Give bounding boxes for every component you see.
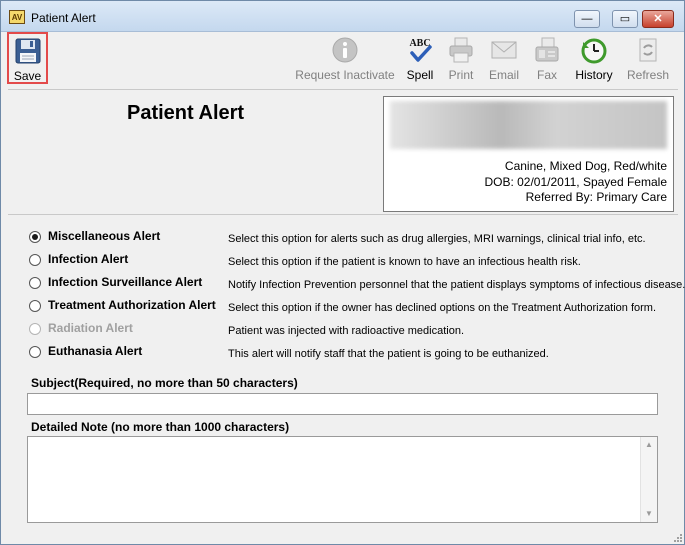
- patient-referral: Referred By: Primary Care: [525, 190, 667, 204]
- option-label[interactable]: Treatment Authorization Alert: [48, 298, 216, 312]
- option-label[interactable]: Infection Surveillance Alert: [48, 275, 202, 289]
- radio-treatment-authorization[interactable]: [29, 300, 41, 312]
- window-title: Patient Alert: [31, 11, 96, 25]
- printer-icon: [449, 37, 473, 63]
- note-scrollbar[interactable]: ▲ ▼: [640, 437, 657, 522]
- print-label: Print: [448, 68, 474, 82]
- option-description: Select this option for alerts such as dr…: [228, 233, 646, 245]
- info-icon: [332, 37, 358, 63]
- note-label: Detailed Note (no more than 1000 charact…: [31, 420, 290, 434]
- fax-icon: [535, 37, 559, 62]
- option-label[interactable]: Miscellaneous Alert: [48, 229, 160, 243]
- redacted-patient-name: [390, 101, 667, 149]
- option-description: Select this option if the patient is kno…: [228, 256, 581, 268]
- spell-check-icon: ABC: [409, 38, 432, 62]
- minimize-button[interactable]: —: [574, 10, 600, 28]
- save-label: Save: [13, 69, 42, 83]
- radio-euthanasia[interactable]: [29, 346, 41, 358]
- history-label: History: [575, 68, 613, 82]
- subject-label: Subject(Required, no more than 50 charac…: [31, 376, 298, 390]
- option-label: Radiation Alert: [48, 321, 133, 335]
- header-divider: [8, 214, 678, 215]
- subject-input[interactable]: [27, 393, 658, 415]
- resize-grip-icon[interactable]: [672, 532, 682, 542]
- history-button[interactable]: History: [572, 32, 616, 86]
- option-label[interactable]: Euthanasia Alert: [48, 344, 142, 358]
- spell-button[interactable]: ABC Spell: [401, 32, 439, 86]
- patient-species: Canine, Mixed Dog, Red/white: [504, 159, 667, 173]
- option-description: This alert will notify staff that the pa…: [228, 348, 549, 360]
- envelope-icon: [491, 41, 517, 59]
- fax-label: Fax: [536, 68, 557, 82]
- radio-radiation: [29, 323, 41, 335]
- patient-info-panel: Canine, Mixed Dog, Red/white DOB: 02/01/…: [383, 96, 674, 212]
- refresh-label: Refresh: [626, 68, 670, 82]
- option-label[interactable]: Infection Alert: [48, 252, 128, 266]
- close-button[interactable]: ✕: [642, 10, 674, 28]
- refresh-icon: [639, 38, 657, 62]
- patient-dob: DOB: 02/01/2011, Spayed Female: [484, 175, 667, 189]
- maximize-button[interactable]: ▭: [612, 10, 638, 28]
- app-icon: AV: [9, 10, 25, 24]
- request-inactivate-button[interactable]: Request Inactivate: [295, 32, 395, 86]
- page-title: Patient Alert: [127, 102, 245, 124]
- clock-history-icon: [581, 38, 607, 64]
- close-icon: ✕: [653, 13, 663, 25]
- radio-miscellaneous[interactable]: [29, 231, 41, 243]
- print-button[interactable]: Print: [442, 32, 480, 86]
- toolbar: Save Request Inactivate ABC Spell Print …: [1, 32, 684, 87]
- email-button[interactable]: Email: [484, 32, 524, 86]
- email-label: Email: [488, 68, 519, 82]
- option-description: Notify Infection Prevention personnel th…: [228, 279, 685, 291]
- scroll-up-icon[interactable]: ▲: [641, 437, 657, 453]
- toolbar-divider: [8, 89, 678, 90]
- title-bar[interactable]: AV Patient Alert — ▭ ✕: [1, 1, 684, 32]
- option-description: Select this option if the owner has decl…: [228, 302, 657, 314]
- save-button[interactable]: Save: [7, 32, 48, 84]
- request-inactivate-label: Request Inactivate: [295, 68, 395, 82]
- radio-infection-surveillance[interactable]: [29, 277, 41, 289]
- scroll-down-icon[interactable]: ▼: [641, 506, 657, 522]
- option-description: Patient was injected with radioactive me…: [228, 325, 465, 337]
- radio-infection[interactable]: [29, 254, 41, 266]
- refresh-button[interactable]: Refresh: [625, 32, 671, 86]
- detailed-note-textarea[interactable]: ▲ ▼: [27, 436, 658, 523]
- floppy-disk-icon: [15, 38, 40, 64]
- minimize-icon: —: [581, 13, 593, 25]
- patient-alert-window: AV Patient Alert — ▭ ✕ Save Request Inac…: [0, 0, 685, 545]
- fax-button[interactable]: Fax: [528, 32, 566, 86]
- spell-label: Spell: [406, 68, 434, 82]
- maximize-icon: ▭: [619, 13, 631, 25]
